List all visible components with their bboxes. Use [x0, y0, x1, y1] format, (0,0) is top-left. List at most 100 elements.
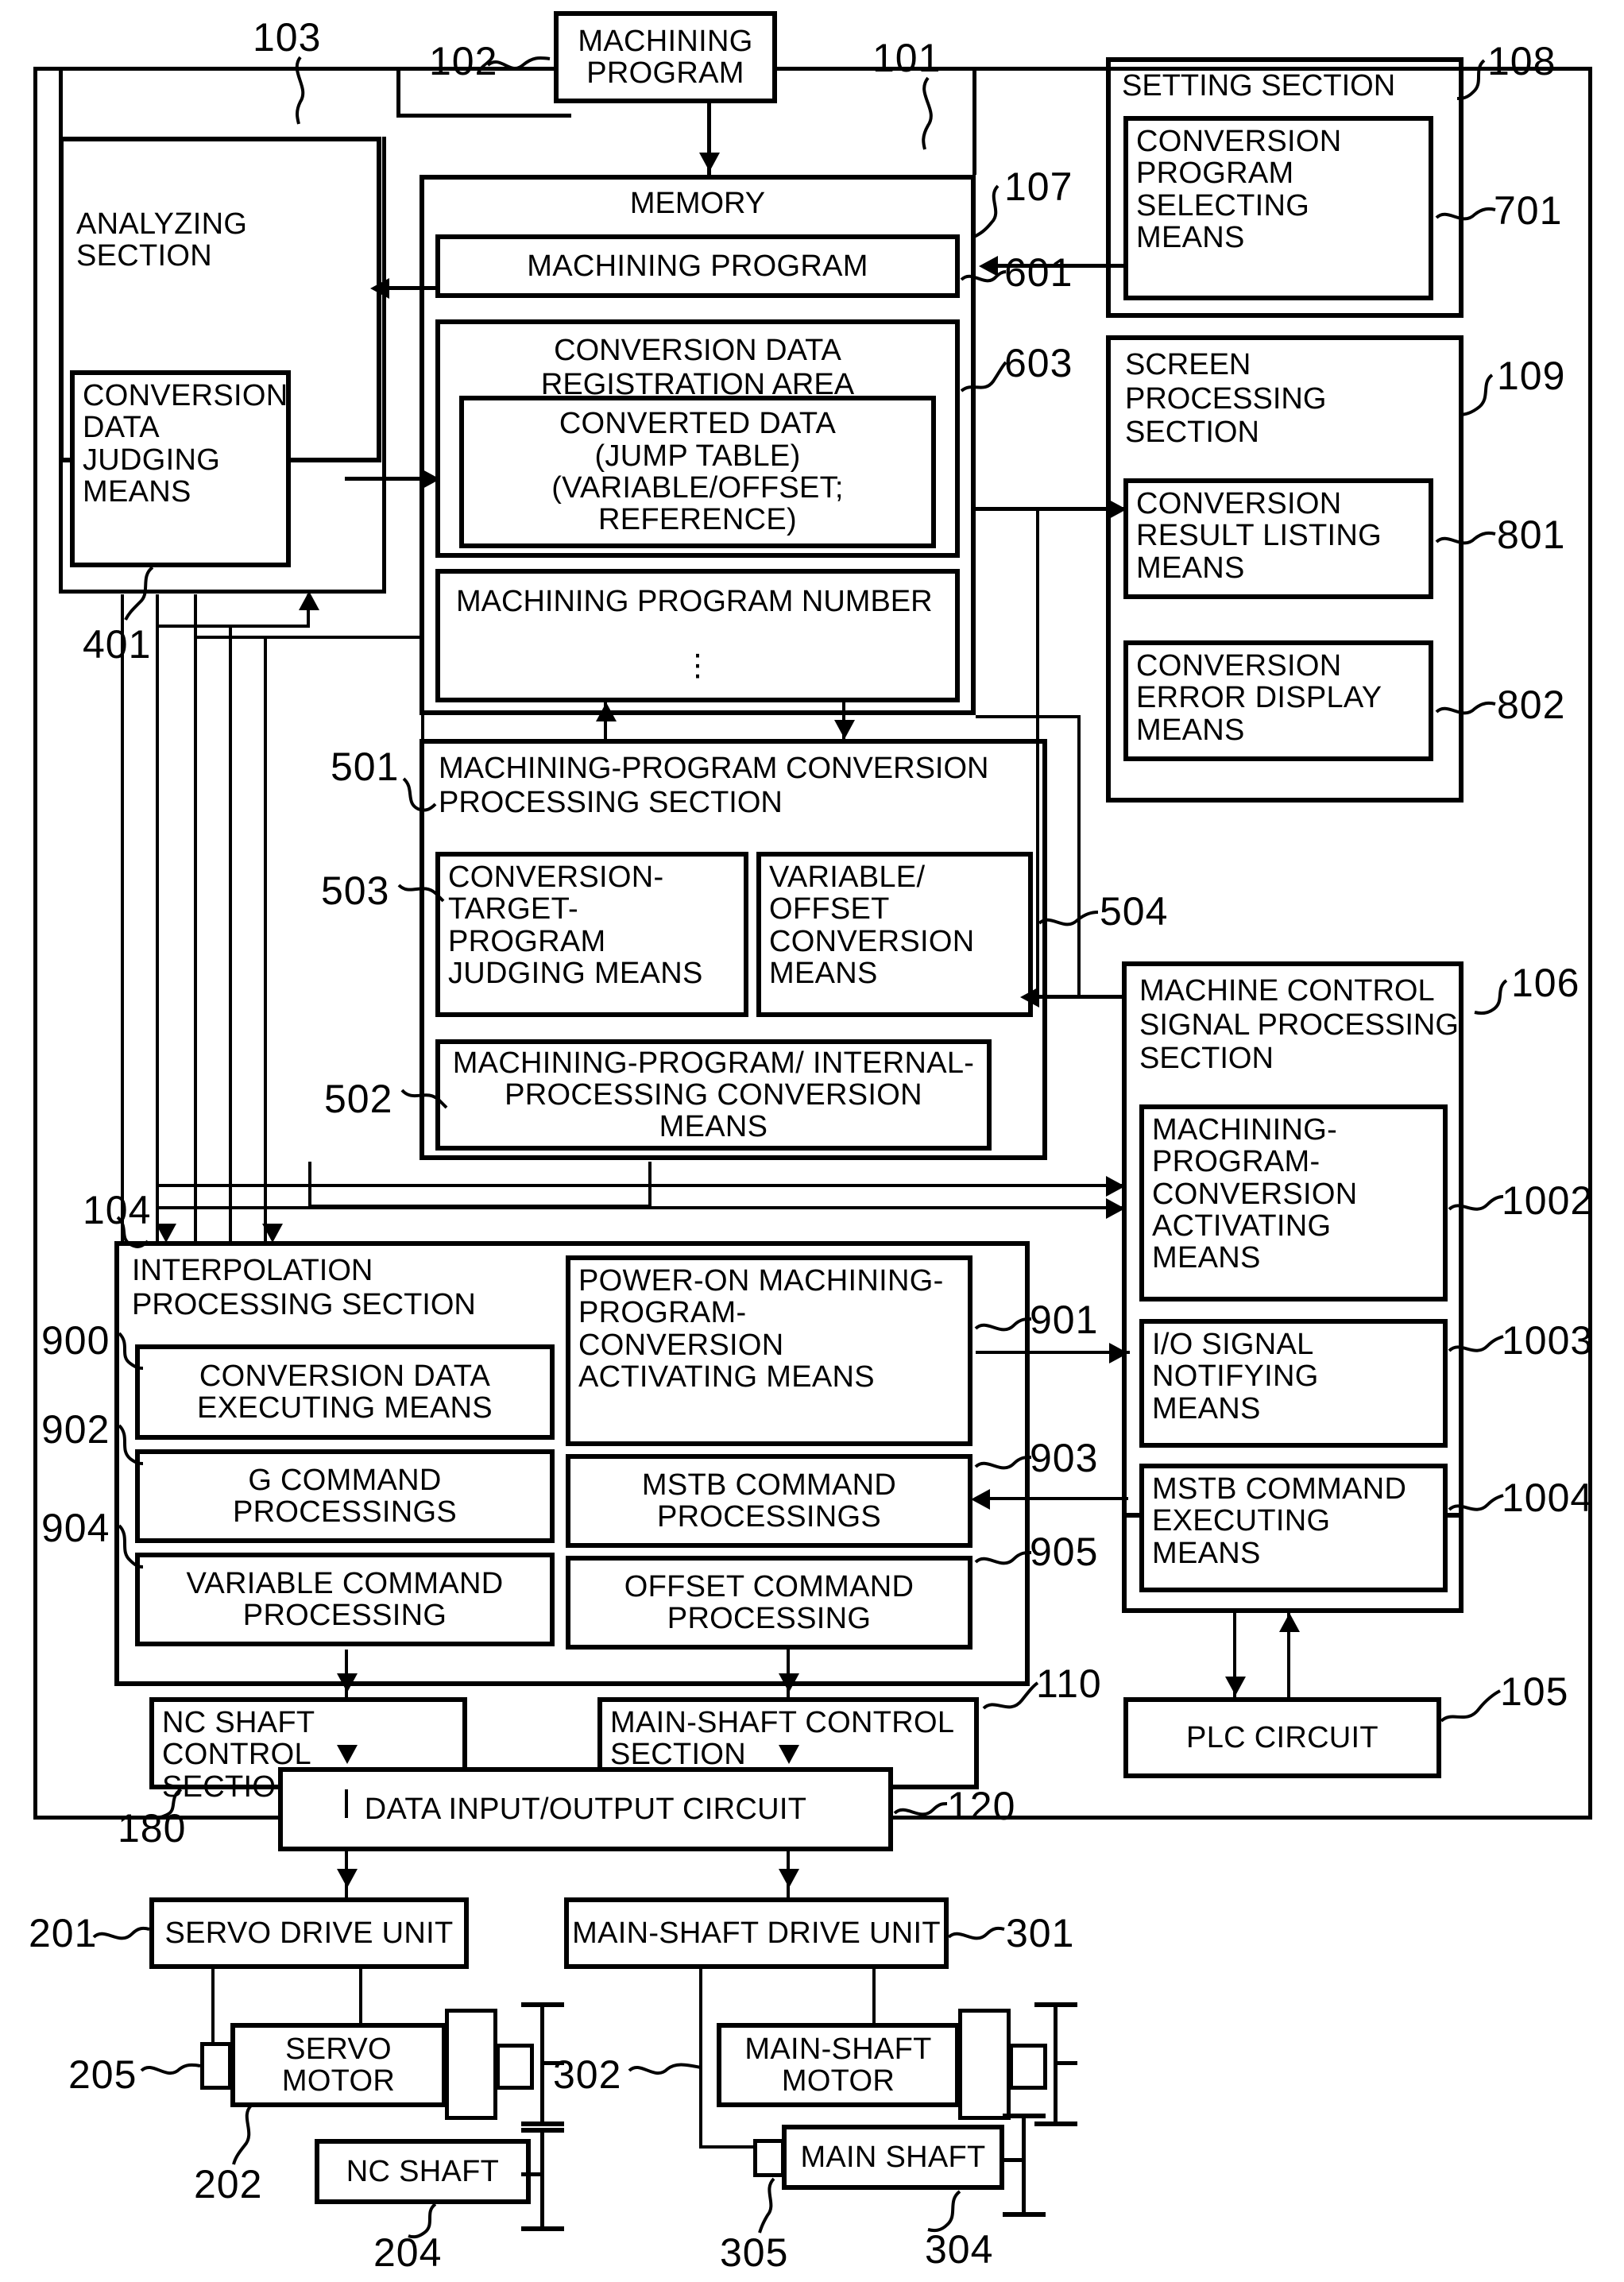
ref-900: 900	[41, 1318, 110, 1363]
line-103-right-upper	[396, 67, 400, 118]
machining-program-internal-processing-conversion-means-box: MACHINING-PROGRAM/ INTERNAL-PROCESSING C…	[435, 1039, 992, 1151]
arrow-into-interpolation-1	[156, 1224, 176, 1243]
ref-701: 701	[1494, 188, 1563, 233]
main-shaft-drive-unit-box: MAIN-SHAFT DRIVE UNIT	[564, 1897, 949, 1969]
arrow-io-to-servo	[337, 1869, 358, 1888]
nc-shaft-label: NC SHAFT	[346, 2154, 500, 2188]
leader-202	[232, 2104, 253, 2165]
setting-section-title: SETTING SECTION	[1122, 69, 1396, 102]
variable-command-processing-box: VARIABLE COMMAND PROCESSING	[135, 1553, 555, 1646]
bus-line-4	[229, 625, 232, 1246]
conversion-program-selecting-means-box: CONVERSION PROGRAM SELECTING MEANS	[1123, 116, 1433, 300]
line-901-to-1003	[976, 1351, 1130, 1354]
conversion-data-judging-means-box: CONVERSION DATA JUDGING MEANS	[70, 370, 291, 567]
memory-machining-program-box: MACHINING PROGRAM	[435, 234, 960, 298]
ref-102: 102	[429, 39, 498, 83]
line-frame-top-right	[972, 67, 1592, 71]
variable-offset-conversion-means-box: VARIABLE/ OFFSET CONVERSION MEANS	[756, 852, 1033, 1017]
main-shaft-motor-label: MAIN-SHAFT MOTOR	[744, 2032, 932, 2098]
main-shaft-motor-box: MAIN-SHAFT MOTOR	[717, 2023, 960, 2107]
patent-figure: MACHINING PROGRAM 102 101 ANALYZING SECT…	[0, 0, 1624, 2282]
conversion-error-display-means-box: CONVERSION ERROR DISPLAY MEANS	[1123, 640, 1433, 761]
servo-motor-encoder-stub	[200, 2042, 232, 2090]
main-shaft-coupling-stub	[753, 2139, 785, 2177]
ref-180: 180	[118, 1806, 187, 1851]
right-bus-vert-2	[1077, 715, 1081, 996]
ref-104: 104	[83, 1188, 152, 1232]
servo-motor-box: SERVO MOTOR	[230, 2023, 447, 2107]
line-analyzing-bottom	[59, 590, 386, 594]
line-501-down-feeder	[308, 1205, 650, 1208]
ref-904: 904	[41, 1506, 110, 1550]
right-bus-vert	[1036, 507, 1039, 996]
machining-program-source-label: MACHINING PROGRAM	[578, 24, 753, 90]
analyzing-section-label: ANALYZING SECTION	[76, 207, 248, 273]
interpolation-processing-section-title: INTERPOLATION PROCESSING SECTION	[132, 1254, 476, 1321]
line-analyzing-left	[59, 67, 63, 594]
line-501-down-vert	[648, 1162, 652, 1208]
ref-105: 105	[1500, 1669, 1569, 1714]
line-ms-drive-down-a	[699, 1969, 702, 2145]
memory-machining-program-label: MACHINING PROGRAM	[527, 249, 868, 283]
arrow-into-interpolation-2	[262, 1224, 283, 1243]
bus-line-3	[194, 594, 197, 1246]
ref-201: 201	[29, 1911, 98, 1955]
ref-503: 503	[321, 868, 390, 913]
servo-motor-shaft-flange	[445, 2009, 497, 2120]
right-bus-horiz	[976, 715, 1081, 718]
converted-data-line-3: (VARIABLE/OFFSET;	[551, 471, 844, 505]
bus-feeder-c-up	[421, 636, 424, 739]
power-on-mp-conversion-activating-means-label: POWER-ON MACHINING- PROGRAM- CONVERSION …	[578, 1264, 944, 1394]
leader-301	[947, 1926, 1005, 1940]
arrow-bus-up	[299, 591, 319, 610]
mstb-command-processings-box: MSTB COMMAND PROCESSINGS	[566, 1454, 972, 1548]
screen-processing-section-title: SCREEN PROCESSING SECTION	[1125, 348, 1327, 450]
ref-103: 103	[253, 15, 322, 60]
bus-line-1	[121, 594, 124, 1246]
ref-1003: 1003	[1502, 1318, 1594, 1363]
ref-1002: 1002	[1502, 1178, 1594, 1223]
plc-circuit-box: PLC CIRCUIT	[1123, 1697, 1441, 1778]
arrow-memory-to-analyzing	[370, 278, 389, 299]
arrow-ms-to-io	[779, 1745, 799, 1764]
arrow-judging-to-memory	[421, 469, 440, 489]
servo-drive-unit-box: SERVO DRIVE UNIT	[149, 1897, 469, 1969]
line-ms-drive-down-b	[872, 1969, 876, 2023]
arrow-901-to-1003	[1109, 1343, 1128, 1363]
analyzing-section-label-wrap: ANALYZING SECTION	[76, 208, 338, 288]
machining-program-number-ellipsis: ⋮	[682, 649, 713, 683]
conversion-error-display-means-label: CONVERSION ERROR DISPLAY MEANS	[1136, 649, 1382, 747]
ref-301: 301	[1006, 1911, 1075, 1955]
leader-201	[92, 1926, 150, 1940]
g-command-processings-box: G COMMAND PROCESSINGS	[135, 1449, 555, 1543]
memory-title: MEMORY	[629, 187, 766, 220]
arrow-memory-to-501	[834, 720, 855, 739]
ref-107: 107	[1004, 164, 1073, 209]
variable-command-processing-label: VARIABLE COMMAND PROCESSING	[186, 1566, 504, 1632]
machining-program-number-title: MACHINING PROGRAM NUMBER	[456, 585, 933, 618]
ref-205: 205	[68, 2052, 137, 2097]
main-shaft-label: MAIN SHAFT	[800, 2140, 986, 2174]
line-analyzing-right	[382, 137, 386, 594]
main-shaft-motor-bracket	[1034, 2002, 1077, 2126]
ref-802: 802	[1497, 683, 1566, 727]
nc-shaft-box: NC SHAFT	[315, 2139, 531, 2204]
arrow-io-to-ms-drive	[779, 1869, 799, 1888]
ref-401: 401	[83, 622, 152, 667]
power-on-mp-conversion-activating-means-box: POWER-ON MACHINING- PROGRAM- CONVERSION …	[566, 1255, 972, 1446]
converted-data-line-1: CONVERTED DATA	[559, 407, 837, 441]
line-502-to-106	[159, 1184, 1125, 1187]
converted-data-line-4: REFERENCE)	[597, 503, 798, 537]
conversion-result-listing-means-label: CONVERSION RESULT LISTING MEANS	[1136, 487, 1382, 585]
bus-line-2	[156, 594, 159, 1246]
line-servo-drive-down-b	[359, 1969, 362, 2023]
ref-302: 302	[553, 2052, 622, 2097]
conversion-data-registration-area-title: CONVERSION DATA REGISTRATION AREA	[540, 334, 855, 401]
arrow-502-to-106	[1106, 1176, 1125, 1197]
line-frame-left	[33, 67, 37, 1820]
line-501-down-vert-2	[308, 1162, 311, 1208]
ref-903: 903	[1030, 1436, 1099, 1480]
ref-902: 902	[41, 1407, 110, 1452]
nc-shaft-bracket	[521, 2128, 564, 2231]
arrow-setting-to-memory	[979, 256, 998, 277]
